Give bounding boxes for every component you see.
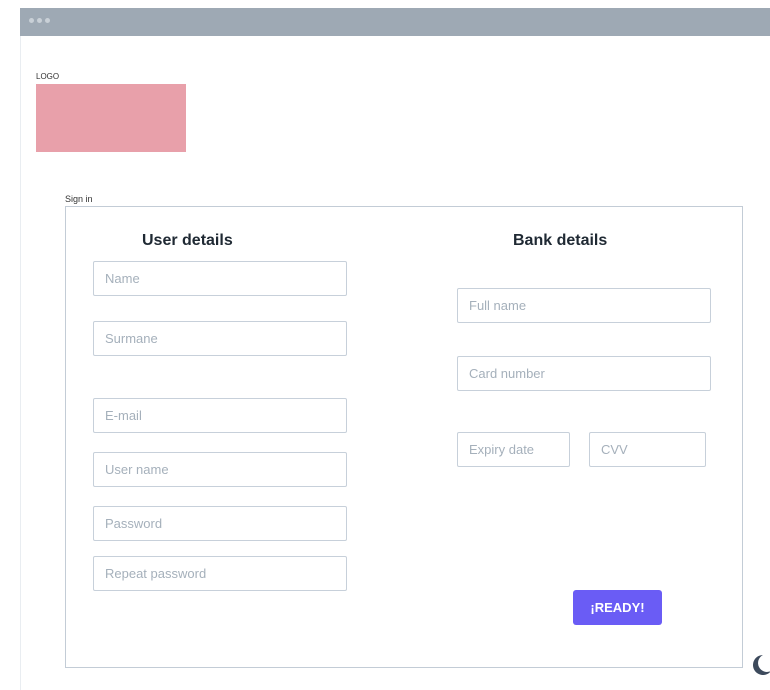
ready-button[interactable]: ¡READY! [573, 590, 662, 625]
surname-field[interactable]: Surmane [93, 321, 347, 356]
logo-label: LOGO [36, 72, 60, 81]
bank-details-title: Bank details [513, 232, 608, 249]
moon-icon[interactable] [747, 652, 770, 678]
logo-placeholder [36, 84, 186, 152]
user-details-title: User details [142, 232, 233, 249]
window-dot-icon [29, 18, 34, 23]
username-field[interactable]: User name [93, 452, 347, 487]
window-titlebar [20, 8, 770, 36]
email-field[interactable]: E-mail [93, 398, 347, 433]
full-name-field[interactable]: Full name [457, 288, 711, 323]
expiry-date-field[interactable]: Expiry date [457, 432, 570, 467]
cvv-field[interactable]: CVV [589, 432, 706, 467]
sign-in-label: Sign in [65, 194, 93, 204]
window-dot-icon [37, 18, 42, 23]
window-dot-icon [45, 18, 50, 23]
name-field[interactable]: Name [93, 261, 347, 296]
card-number-field[interactable]: Card number [457, 356, 711, 391]
repeat-password-field[interactable]: Repeat password [93, 556, 347, 591]
password-field[interactable]: Password [93, 506, 347, 541]
